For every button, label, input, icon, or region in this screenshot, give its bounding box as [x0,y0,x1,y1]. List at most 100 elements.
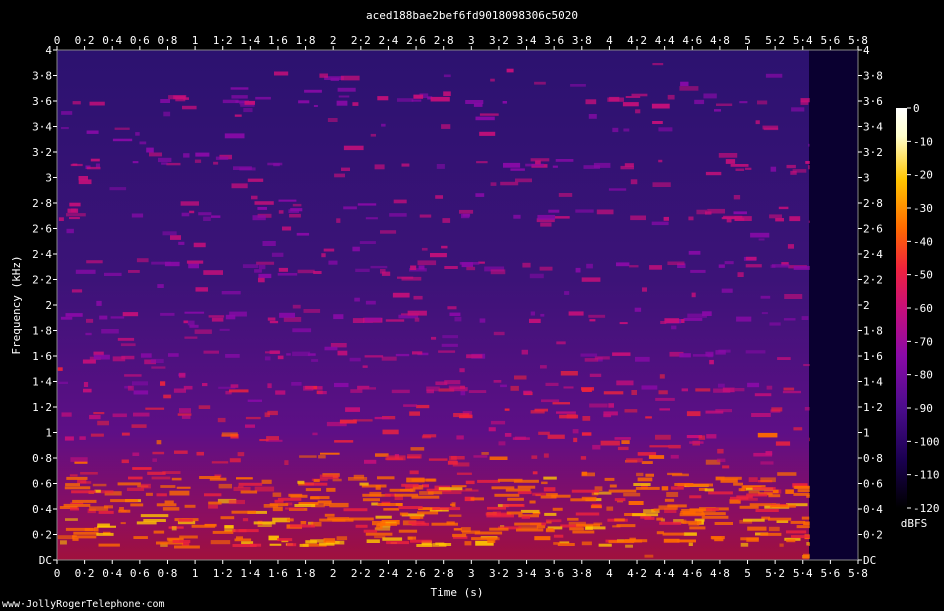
spectro-harmonic [313,479,320,483]
spectro-cell [211,317,224,322]
spectro-cell [514,375,527,380]
spectro-cell [642,287,647,292]
spectro-cell [652,63,664,66]
y-tick-label-left: 0·2 [32,529,52,542]
spectro-cell [195,287,208,292]
spectro-cell [529,318,541,323]
y-tick-label-right: 4 [863,44,870,57]
spectro-harmonic [598,543,612,547]
spectro-harmonic [66,476,88,480]
spectro-cell [164,261,180,267]
spectro-cell [460,527,471,532]
spectro-cell [157,284,164,288]
spectro-cell [581,471,588,476]
spectro-cell [765,73,783,78]
spectro-cell [340,75,360,81]
spectro-cell [174,450,188,454]
spectro-cell [221,291,241,295]
spectro-cell [586,263,593,269]
spectro-cell [156,440,162,445]
spectro-cell [808,220,810,223]
spectro-harmonic [552,507,563,511]
spectro-cell [321,253,326,258]
spectro-cell [449,387,468,392]
spectro-cell [683,317,703,321]
spectro-cell [343,145,364,151]
spectro-cell [85,332,92,336]
spectro-harmonic [769,504,796,508]
spectro-cell [72,163,78,166]
spectro-cell [357,203,377,206]
spectro-cell [112,413,127,418]
spectro-cell [624,409,638,413]
spectro-cell [793,265,810,270]
spectro-cell [304,89,322,93]
spectro-cell [715,350,726,355]
spectro-cell [242,264,259,268]
spectro-harmonic [319,542,335,546]
spectro-cell [641,385,658,390]
x-tick-label-bottom: 0·8 [158,567,178,580]
spectro-cell [409,470,419,475]
spectro-cell [596,209,614,215]
spectro-harmonic [581,496,597,500]
spectro-harmonic [635,486,660,490]
spectro-cell [401,163,410,167]
spectro-cell [572,429,579,434]
spectro-cell [456,472,472,475]
spectro-cell [725,159,736,164]
spectro-harmonic [212,530,234,534]
spectro-cell [412,351,423,355]
x-tick-label-top: 5·6 [820,34,840,47]
spectro-cell [588,314,606,318]
spectro-cell [690,269,706,273]
spectro-harmonic [72,535,97,539]
x-tick-label-bottom: 1·8 [296,567,316,580]
spectro-cell [755,120,760,125]
spectro-cell [444,266,458,269]
spectro-cell [442,218,451,223]
spectro-cell [490,269,506,275]
spectro-cell [688,250,701,255]
spectro-cell [456,435,464,440]
spectro-harmonic [253,521,276,525]
spectro-cell [350,389,363,393]
spectro-cell [449,312,461,316]
y-tick-label-left: 3·6 [32,95,52,108]
spectro-cell [652,182,671,187]
spectro-cell [169,490,190,496]
spectro-cell [612,127,619,133]
x-tick-label-bottom: 5·2 [765,567,785,580]
spectro-cell [193,242,206,248]
spectro-cell [775,441,791,446]
spectro-cell [513,214,521,219]
spectro-cell [435,381,448,386]
spectro-cell [488,427,496,432]
spectro-cell [573,437,578,443]
spectro-harmonic [797,489,810,493]
spectro-cell [382,429,399,435]
spectro-cell [303,385,314,391]
spectro-cell [254,269,262,273]
spectro-cell [606,506,614,511]
spectro-cell [541,399,560,403]
spectro-cell [805,161,810,164]
spectro-cell [616,380,634,386]
spectro-harmonic [529,500,536,504]
chart-title: aced188bae2bef6fd9018098306c5020 [366,9,578,22]
spectro-cell [366,539,380,543]
spectro-cell [90,433,104,437]
spectro-cell [589,403,608,408]
x-tick-label-top: 3·6 [544,34,564,47]
spectro-cell [79,436,86,440]
spectro-cell [441,343,458,347]
spectro-cell [194,329,212,334]
x-tick-label-bottom: 1·6 [268,567,288,580]
spectro-cell [490,420,506,425]
spectro-harmonic [516,528,544,532]
spectro-harmonic [140,514,169,518]
spectro-cell [377,96,389,101]
spectro-cell [461,213,470,219]
colorbar-tick-label: -60 [913,302,933,315]
spectro-cell [730,164,749,167]
